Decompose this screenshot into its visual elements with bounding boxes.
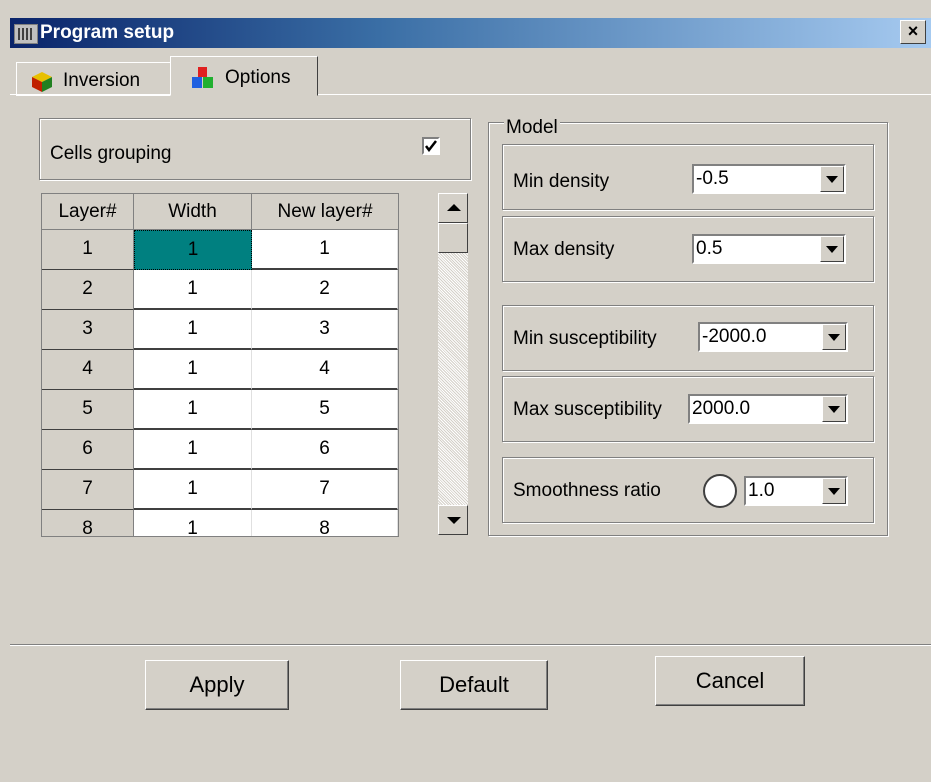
min-density-dropdown-button[interactable] [820, 166, 844, 192]
column-header-width: Width [134, 194, 252, 230]
min-density-label: Min density [513, 171, 610, 192]
max-susceptibility-value: 2000.0 [692, 398, 751, 419]
model-group-title: Model [504, 117, 560, 139]
width-cell[interactable]: 1 [134, 390, 252, 430]
scroll-down-button[interactable] [438, 505, 468, 535]
smoothness-ratio-radio[interactable] [703, 474, 737, 508]
tab-options-label: Options [225, 67, 291, 88]
new-layer-cell[interactable]: 7 [252, 470, 398, 510]
width-cell[interactable]: 1 [134, 350, 252, 390]
close-icon: × [907, 21, 919, 41]
divider [10, 644, 931, 646]
row-header[interactable]: 1 [42, 230, 134, 270]
chevron-down-icon [828, 334, 840, 341]
min-density-combo[interactable]: -0.5 [692, 164, 846, 194]
width-cell[interactable]: 1 [134, 510, 252, 536]
tab-inversion[interactable]: Inversion [16, 62, 172, 96]
cube-icon [32, 72, 52, 92]
program-setup-window: Program setup × Inversion Options Cells … [0, 0, 931, 782]
new-layer-cell[interactable]: 4 [252, 350, 398, 390]
max-susceptibility-dropdown-button[interactable] [822, 396, 846, 422]
new-layer-cell[interactable]: 1 [252, 230, 398, 270]
window-title: Program setup [40, 22, 175, 43]
row-header[interactable]: 6 [42, 430, 134, 470]
max-susceptibility-combo[interactable]: 2000.0 [688, 394, 848, 424]
default-button[interactable]: Default [400, 660, 548, 710]
layer-table[interactable]: Layer# Width New layer# 1112123134145156… [41, 193, 399, 537]
smoothness-ratio-combo[interactable]: 1.0 [744, 476, 848, 506]
scroll-thumb[interactable] [438, 223, 468, 253]
new-layer-cell[interactable]: 3 [252, 310, 398, 350]
new-layer-cell[interactable]: 2 [252, 270, 398, 310]
arrow-down-icon [447, 517, 461, 524]
blocks-icon [192, 67, 213, 88]
smoothness-ratio-label: Smoothness ratio [513, 480, 661, 501]
width-cell[interactable]: 1 [134, 310, 252, 350]
tab-inversion-label: Inversion [63, 70, 141, 91]
min-density-value: -0.5 [696, 168, 729, 189]
row-header[interactable]: 4 [42, 350, 134, 390]
min-susceptibility-dropdown-button[interactable] [822, 324, 846, 350]
cells-grouping-box: Cells grouping [39, 118, 471, 180]
new-layer-cell[interactable]: 8 [252, 510, 398, 536]
app-icon [14, 24, 38, 44]
min-susceptibility-combo[interactable]: -2000.0 [698, 322, 848, 352]
title-bar[interactable]: Program setup [10, 18, 931, 48]
chevron-down-icon [828, 406, 840, 413]
max-density-value: 0.5 [696, 238, 723, 259]
cancel-button[interactable]: Cancel [655, 656, 805, 706]
cells-grouping-checkbox[interactable] [422, 137, 440, 155]
cells-grouping-label: Cells grouping [50, 143, 172, 164]
min-susceptibility-value: -2000.0 [702, 326, 767, 347]
min-susceptibility-label: Min susceptibility [513, 328, 657, 349]
new-layer-cell[interactable]: 5 [252, 390, 398, 430]
chevron-down-icon [826, 246, 838, 253]
new-layer-cell[interactable]: 6 [252, 430, 398, 470]
apply-button[interactable]: Apply [145, 660, 289, 710]
max-density-combo[interactable]: 0.5 [692, 234, 846, 264]
arrow-up-icon [447, 204, 461, 211]
max-susceptibility-label: Max susceptibility [513, 399, 662, 420]
width-cell[interactable]: 1 [134, 270, 252, 310]
scroll-up-button[interactable] [438, 193, 468, 223]
column-header-layer: Layer# [42, 194, 134, 230]
column-header-new-layer: New layer# [252, 194, 398, 230]
smoothness-ratio-value: 1.0 [748, 480, 775, 501]
chevron-down-icon [826, 176, 838, 183]
width-cell[interactable]: 1 [134, 230, 252, 270]
row-header[interactable]: 8 [42, 510, 134, 536]
width-cell[interactable]: 1 [134, 470, 252, 510]
row-header[interactable]: 2 [42, 270, 134, 310]
row-header[interactable]: 7 [42, 470, 134, 510]
chevron-down-icon [828, 488, 840, 495]
checkmark-icon [425, 140, 437, 152]
smoothness-ratio-dropdown-button[interactable] [822, 478, 846, 504]
max-density-label: Max density [513, 239, 615, 260]
close-button[interactable]: × [900, 20, 926, 44]
width-cell[interactable]: 1 [134, 430, 252, 470]
tab-options[interactable]: Options [170, 56, 318, 96]
table-scrollbar[interactable] [438, 193, 468, 535]
max-density-dropdown-button[interactable] [820, 236, 844, 262]
row-header[interactable]: 5 [42, 390, 134, 430]
row-header[interactable]: 3 [42, 310, 134, 350]
